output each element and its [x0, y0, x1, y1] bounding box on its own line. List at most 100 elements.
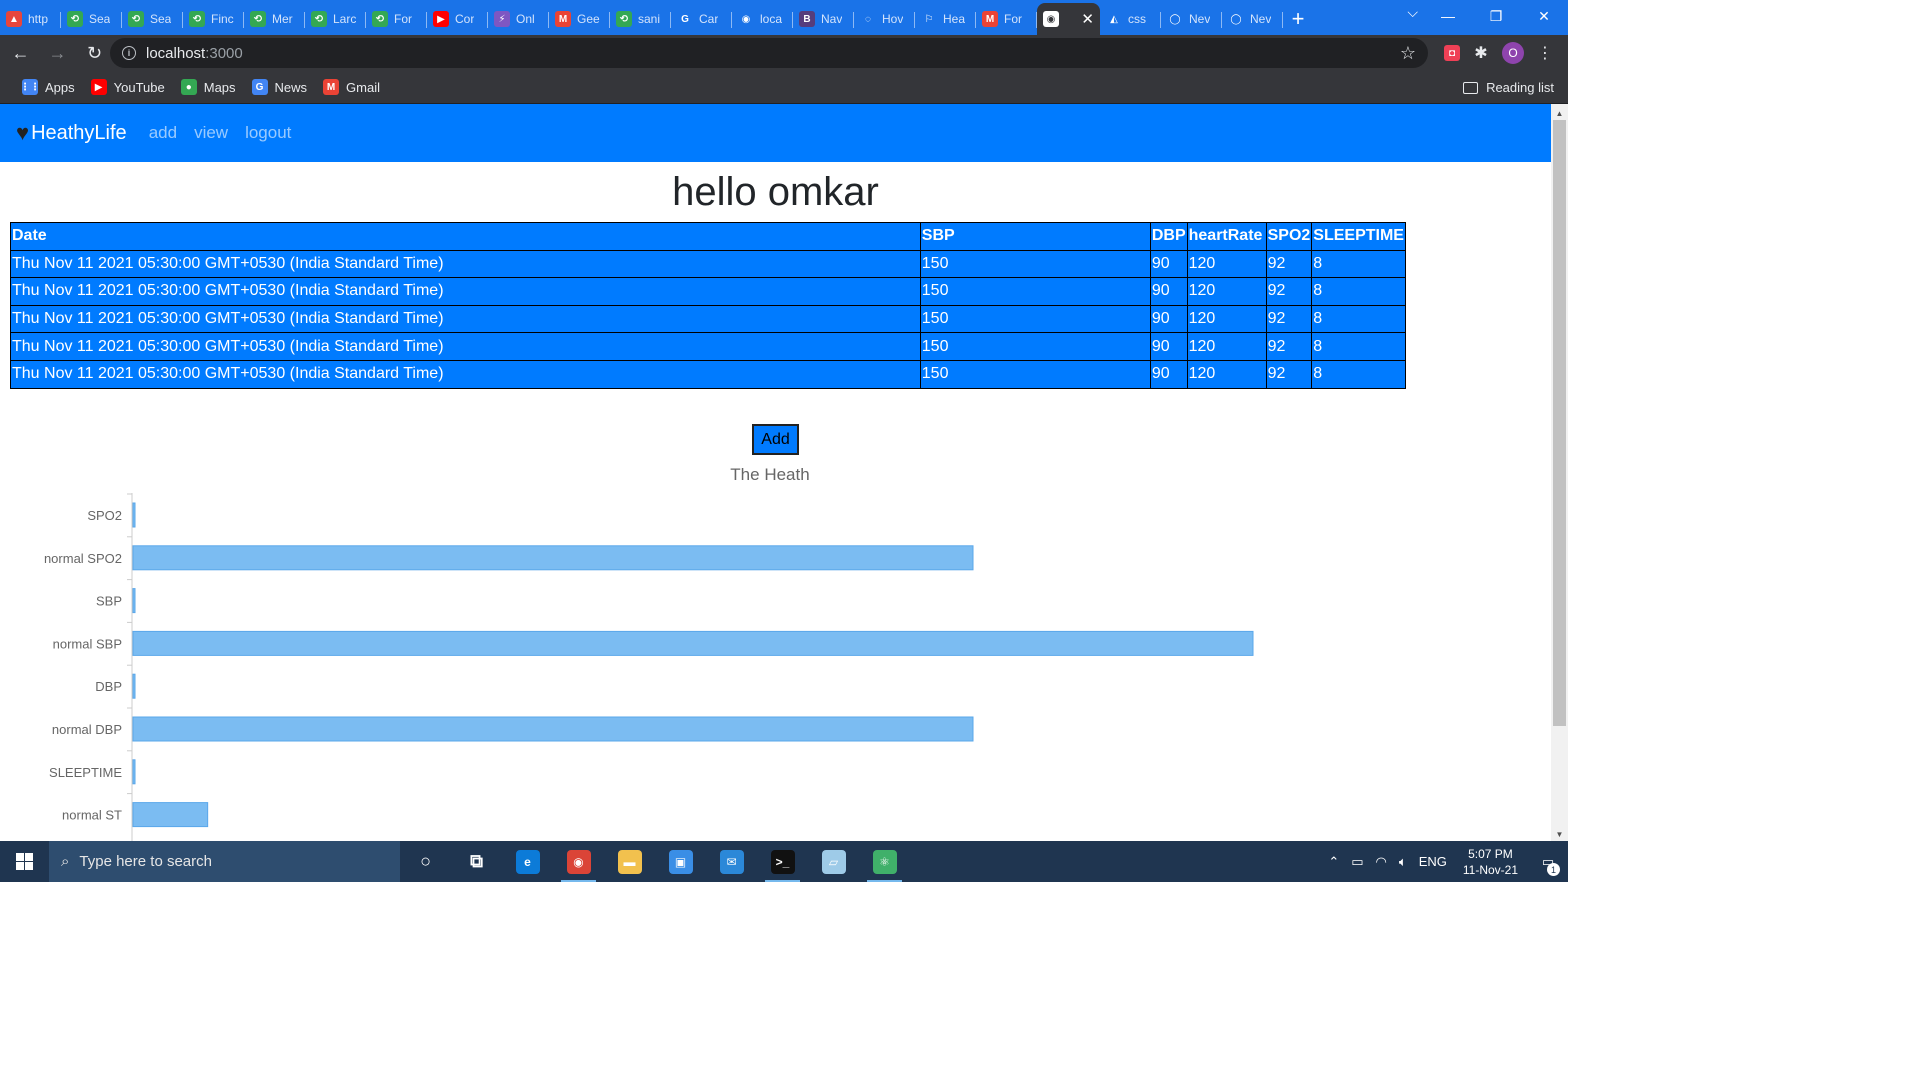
chrome-icon: ◉: [566, 849, 591, 874]
taskbar-app[interactable]: ⚛: [859, 841, 910, 882]
browser-tab[interactable]: ▶ Cor: [427, 3, 488, 35]
bar-sbp[interactable]: [132, 588, 136, 614]
tab-favicon-icon: ◭: [1106, 11, 1122, 27]
browser-tab[interactable]: ⚐ Hea: [915, 3, 976, 35]
battery-icon[interactable]: ▭: [1345, 854, 1369, 870]
browser-tab[interactable]: M Gee: [549, 3, 610, 35]
scroll-down-arrow-icon[interactable]: ▼: [1551, 827, 1568, 841]
gmail-icon: M: [323, 79, 340, 95]
browser-tab[interactable]: B Nav: [793, 3, 854, 35]
tab-favicon-icon: ⟲: [189, 11, 205, 27]
taskbar-app[interactable]: ⧉: [451, 841, 502, 882]
bookmark-apps[interactable]: ⋮⋮ Apps: [14, 73, 83, 101]
menu-kebab-icon[interactable]: ⋮: [1532, 40, 1558, 66]
bookmark-news[interactable]: G News: [244, 73, 316, 101]
extensions-puzzle-icon[interactable]: ✱: [1468, 40, 1494, 66]
browser-tab[interactable]: ⟲ For: [366, 3, 427, 35]
bar-sleeptime[interactable]: [132, 759, 136, 785]
browser-tab[interactable]: ◯ Nev: [1222, 3, 1283, 35]
browser-tab[interactable]: ⟲ Mer: [244, 3, 305, 35]
scrollbar-thumb[interactable]: [1553, 120, 1566, 726]
taskbar-app[interactable]: ○: [400, 841, 451, 882]
start-button[interactable]: [0, 841, 49, 882]
taskbar-app[interactable]: ▣: [655, 841, 706, 882]
bar-normal-dbp[interactable]: [132, 716, 974, 742]
taskbar-app[interactable]: ▬: [604, 841, 655, 882]
back-icon[interactable]: ←: [4, 38, 37, 68]
volume-icon[interactable]: 🔈︎: [1393, 854, 1413, 870]
browser-tab[interactable]: M For: [976, 3, 1037, 35]
browser-tab[interactable]: ◭ css: [1100, 3, 1161, 35]
taskbar-app[interactable]: ✉: [706, 841, 757, 882]
column-header-sleeptime: SLEEPTIME: [1311, 222, 1406, 251]
tab-favicon-icon: ⟲: [67, 11, 83, 27]
taskbar-app[interactable]: ▱: [808, 841, 859, 882]
browser-tab[interactable]: ⚡ Onl: [488, 3, 549, 35]
tab-title: Larc: [333, 12, 357, 26]
nav-link-view[interactable]: view: [194, 123, 228, 143]
minimize-icon[interactable]: —: [1424, 0, 1472, 32]
browser-tab[interactable]: ◯ Nev: [1161, 3, 1222, 35]
bar-spo2[interactable]: [132, 502, 136, 528]
browser-tab[interactable]: ⟲ Sea: [122, 3, 183, 35]
pocket-extension-icon[interactable]: ◘: [1444, 45, 1460, 61]
app-navbar: ♥ HeathyLife add view logout: [0, 104, 1551, 162]
close-tab-icon[interactable]: ✕: [1081, 10, 1094, 28]
nav-link-add[interactable]: add: [149, 123, 177, 143]
language-indicator[interactable]: ENG: [1413, 854, 1453, 869]
windows-taskbar: ⌕ Type here to search ○ ⧉ e ◉ ▬ ▣ ✉ >_ ▱ ⚛ ⌃ ▭ ◠ …: [0, 841, 1568, 882]
browser-tab[interactable]: ⟲ Larc: [305, 3, 366, 35]
forward-icon[interactable]: →: [41, 38, 74, 68]
new-tab-button[interactable]: +: [1283, 3, 1313, 35]
bar-normal-spo2[interactable]: [132, 545, 974, 571]
browser-tab[interactable]: ◌ Hov: [854, 3, 915, 35]
add-button[interactable]: Add: [752, 424, 799, 455]
tab-title: css: [1128, 12, 1146, 26]
nav-link-logout[interactable]: logout: [245, 123, 291, 143]
browser-tab[interactable]: ⟲ sani: [610, 3, 671, 35]
reading-list-button[interactable]: Reading list: [1463, 71, 1554, 104]
wifi-icon[interactable]: ◠: [1370, 854, 1393, 870]
action-center-button[interactable]: ▭ 1: [1528, 841, 1568, 882]
site-info-icon[interactable]: i: [122, 46, 136, 60]
tab-favicon-icon: ⟲: [372, 11, 388, 27]
bookmark-maps[interactable]: ● Maps: [173, 73, 244, 101]
windows-logo-icon: [15, 852, 34, 871]
taskbar-clock[interactable]: 5:07 PM 11-Nov-21: [1453, 846, 1528, 878]
bookmark-youtube[interactable]: ▶ YouTube: [83, 73, 173, 101]
taskbar-app[interactable]: >_: [757, 841, 808, 882]
file-explorer-icon: ▬: [617, 849, 642, 874]
bar-dbp[interactable]: [132, 673, 136, 699]
bookmark-star-icon[interactable]: ☆: [1400, 43, 1416, 64]
browser-tab[interactable]: ◉ loca: [732, 3, 793, 35]
show-hidden-icons-icon[interactable]: ⌃: [1322, 854, 1345, 870]
bookmark-label: News: [274, 79, 308, 95]
taskbar-app[interactable]: e: [502, 841, 553, 882]
close-window-icon[interactable]: ✕: [1520, 0, 1568, 32]
reload-icon[interactable]: ↻: [78, 38, 111, 68]
browser-tab[interactable]: G Car: [671, 3, 732, 35]
browser-tab[interactable]: ◉ ✕: [1037, 3, 1100, 35]
task-view-icon: ⧉: [470, 851, 483, 871]
address-bar[interactable]: i localhost:3000 ☆: [110, 38, 1428, 68]
bar-normal-sbp[interactable]: [132, 630, 1254, 656]
table-cell: 92: [1265, 277, 1313, 306]
tab-title: Cor: [455, 12, 475, 26]
taskbar-search-box[interactable]: ⌕ Type here to search: [49, 841, 400, 882]
taskbar-app[interactable]: ◉: [553, 841, 604, 882]
restore-icon[interactable]: ❐: [1472, 0, 1520, 32]
bookmark-gmail[interactable]: M Gmail: [315, 73, 388, 101]
profile-avatar[interactable]: O: [1502, 42, 1524, 64]
table-cell: 90: [1149, 359, 1188, 389]
bar-normal-st[interactable]: [132, 802, 209, 828]
tab-favicon-icon: ◌: [860, 11, 876, 27]
tab-search-icon[interactable]: ⌵: [1407, 4, 1418, 21]
table-cell: Thu Nov 11 2021 05:30:00 GMT+0530 (India…: [10, 332, 921, 361]
browser-tab[interactable]: ⟲ Finc: [183, 3, 244, 35]
page-scrollbar[interactable]: ▲ ▼: [1551, 104, 1568, 841]
tab-title: Car: [699, 12, 719, 26]
brand-link[interactable]: ♥ HeathyLife: [16, 122, 127, 145]
scroll-up-arrow-icon[interactable]: ▲: [1551, 106, 1568, 120]
browser-tab[interactable]: ⟲ Sea: [61, 3, 122, 35]
browser-tab[interactable]: ▲ http: [0, 3, 61, 35]
